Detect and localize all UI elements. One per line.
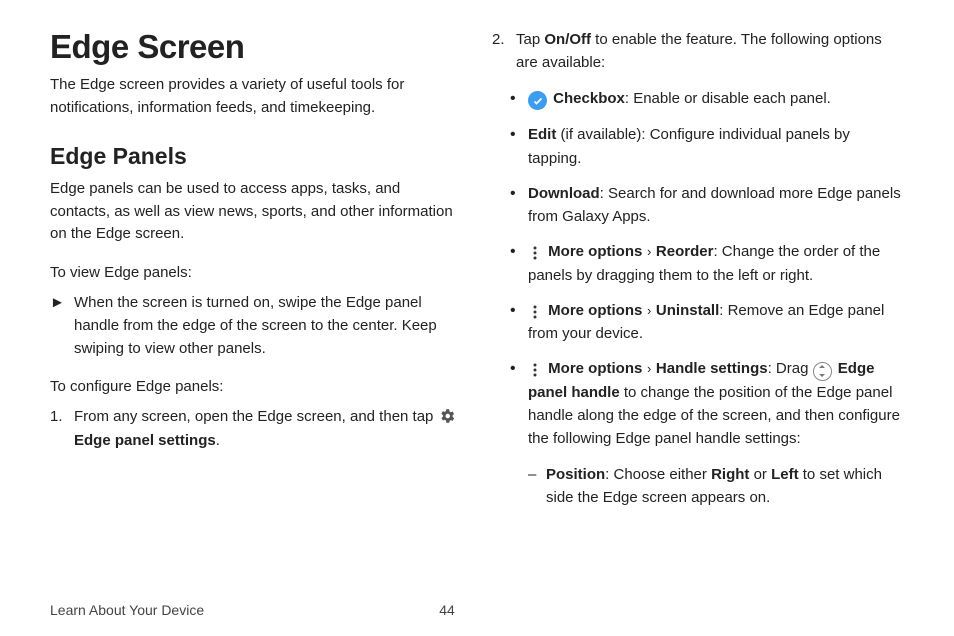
option-text: More options › Reorder: Change the order…: [528, 240, 904, 287]
page-footer: Learn About Your Device 44: [50, 586, 904, 618]
option-text: Edit (if available): Configure individua…: [528, 123, 904, 170]
gear-label: Edge panel settings: [74, 432, 216, 449]
bold-text: Handle settings: [656, 360, 768, 377]
text-fragment: From any screen, open the Edge screen, a…: [74, 408, 438, 425]
bullet-icon: •: [510, 182, 528, 229]
option-text: Download: Search for and download more E…: [528, 182, 904, 229]
section-intro: Edge panels can be used to access apps, …: [50, 178, 462, 246]
option-handle-settings: • More options › Handle settings: Drag E…: [510, 357, 904, 450]
config-step-1: 1. From any screen, open the Edge screen…: [50, 405, 462, 452]
drag-handle-icon: [813, 362, 832, 381]
option-checkbox: • Checkbox: Enable or disable each panel…: [510, 87, 904, 112]
right-column: 2. Tap On/Off to enable the feature. The…: [492, 28, 904, 586]
bold-text: Left: [771, 466, 799, 483]
sub-option-text: Position: Choose either Right or Left to…: [546, 463, 904, 510]
list-number: 1.: [50, 405, 74, 452]
bold-text: Uninstall: [656, 302, 719, 319]
bold-text: More options: [548, 360, 642, 377]
more-options-icon: [528, 361, 542, 379]
chevron-right-icon: ›: [642, 244, 656, 259]
text-fragment: : Choose either: [605, 466, 711, 483]
view-step-text: When the screen is turned on, swipe the …: [74, 291, 462, 361]
option-reorder: • More options › Reorder: Change the ord…: [510, 240, 904, 287]
bullet-icon: •: [510, 123, 528, 170]
option-download: • Download: Search for and download more…: [510, 182, 904, 229]
option-edit: • Edit (if available): Configure individ…: [510, 123, 904, 170]
option-text: More options › Uninstall: Remove an Edge…: [528, 299, 904, 346]
bold-text: Checkbox: [553, 90, 625, 107]
view-step: ► When the screen is turned on, swipe th…: [50, 291, 462, 361]
bold-text: On/Off: [544, 31, 591, 48]
bold-text: Right: [711, 466, 749, 483]
bullet-icon: •: [510, 240, 528, 287]
more-options-icon: [528, 244, 542, 262]
bold-text: More options: [548, 302, 642, 319]
chevron-right-icon: ›: [642, 361, 656, 376]
more-options-icon: [528, 303, 542, 321]
sub-option-position: – Position: Choose either Right or Left …: [528, 463, 904, 510]
checkmark-circle-icon: [528, 91, 547, 110]
text-fragment: .: [216, 432, 220, 449]
dash-bullet-icon: –: [528, 463, 546, 510]
view-heading: To view Edge panels:: [50, 264, 462, 281]
option-uninstall: • More options › Uninstall: Remove an Ed…: [510, 299, 904, 346]
option-text: Checkbox: Enable or disable each panel.: [528, 87, 831, 112]
bullet-icon: •: [510, 87, 528, 112]
bold-text: Reorder: [656, 243, 714, 260]
footer-spacer: [599, 602, 904, 618]
text-fragment: : Enable or disable each panel.: [625, 90, 831, 107]
bold-text: Edit: [528, 126, 556, 143]
text-fragment: : Drag: [768, 360, 813, 377]
text-fragment: (if available): Configure individual pan…: [528, 126, 850, 166]
gear-icon: [438, 407, 456, 425]
bullet-icon: •: [510, 299, 528, 346]
config-step-2-text: Tap On/Off to enable the feature. The fo…: [516, 28, 904, 75]
text-fragment: or: [749, 466, 771, 483]
config-heading: To configure Edge panels:: [50, 378, 462, 395]
footer-page-number: 44: [295, 602, 600, 618]
bullet-icon: •: [510, 357, 528, 450]
chevron-right-icon: ›: [642, 303, 656, 318]
page-title: Edge Screen: [50, 28, 462, 66]
list-number: 2.: [492, 28, 516, 75]
bold-text: Download: [528, 185, 600, 202]
section-heading: Edge Panels: [50, 143, 462, 170]
intro-paragraph: The Edge screen provides a variety of us…: [50, 74, 462, 119]
bold-text: Position: [546, 466, 605, 483]
config-step-2: 2. Tap On/Off to enable the feature. The…: [492, 28, 904, 75]
triangle-bullet-icon: ►: [50, 291, 74, 361]
text-fragment: Tap: [516, 31, 544, 48]
bold-text: More options: [548, 243, 642, 260]
config-step-1-text: From any screen, open the Edge screen, a…: [74, 405, 462, 452]
option-text: More options › Handle settings: Drag Edg…: [528, 357, 904, 450]
left-column: Edge Screen The Edge screen provides a v…: [50, 28, 462, 586]
